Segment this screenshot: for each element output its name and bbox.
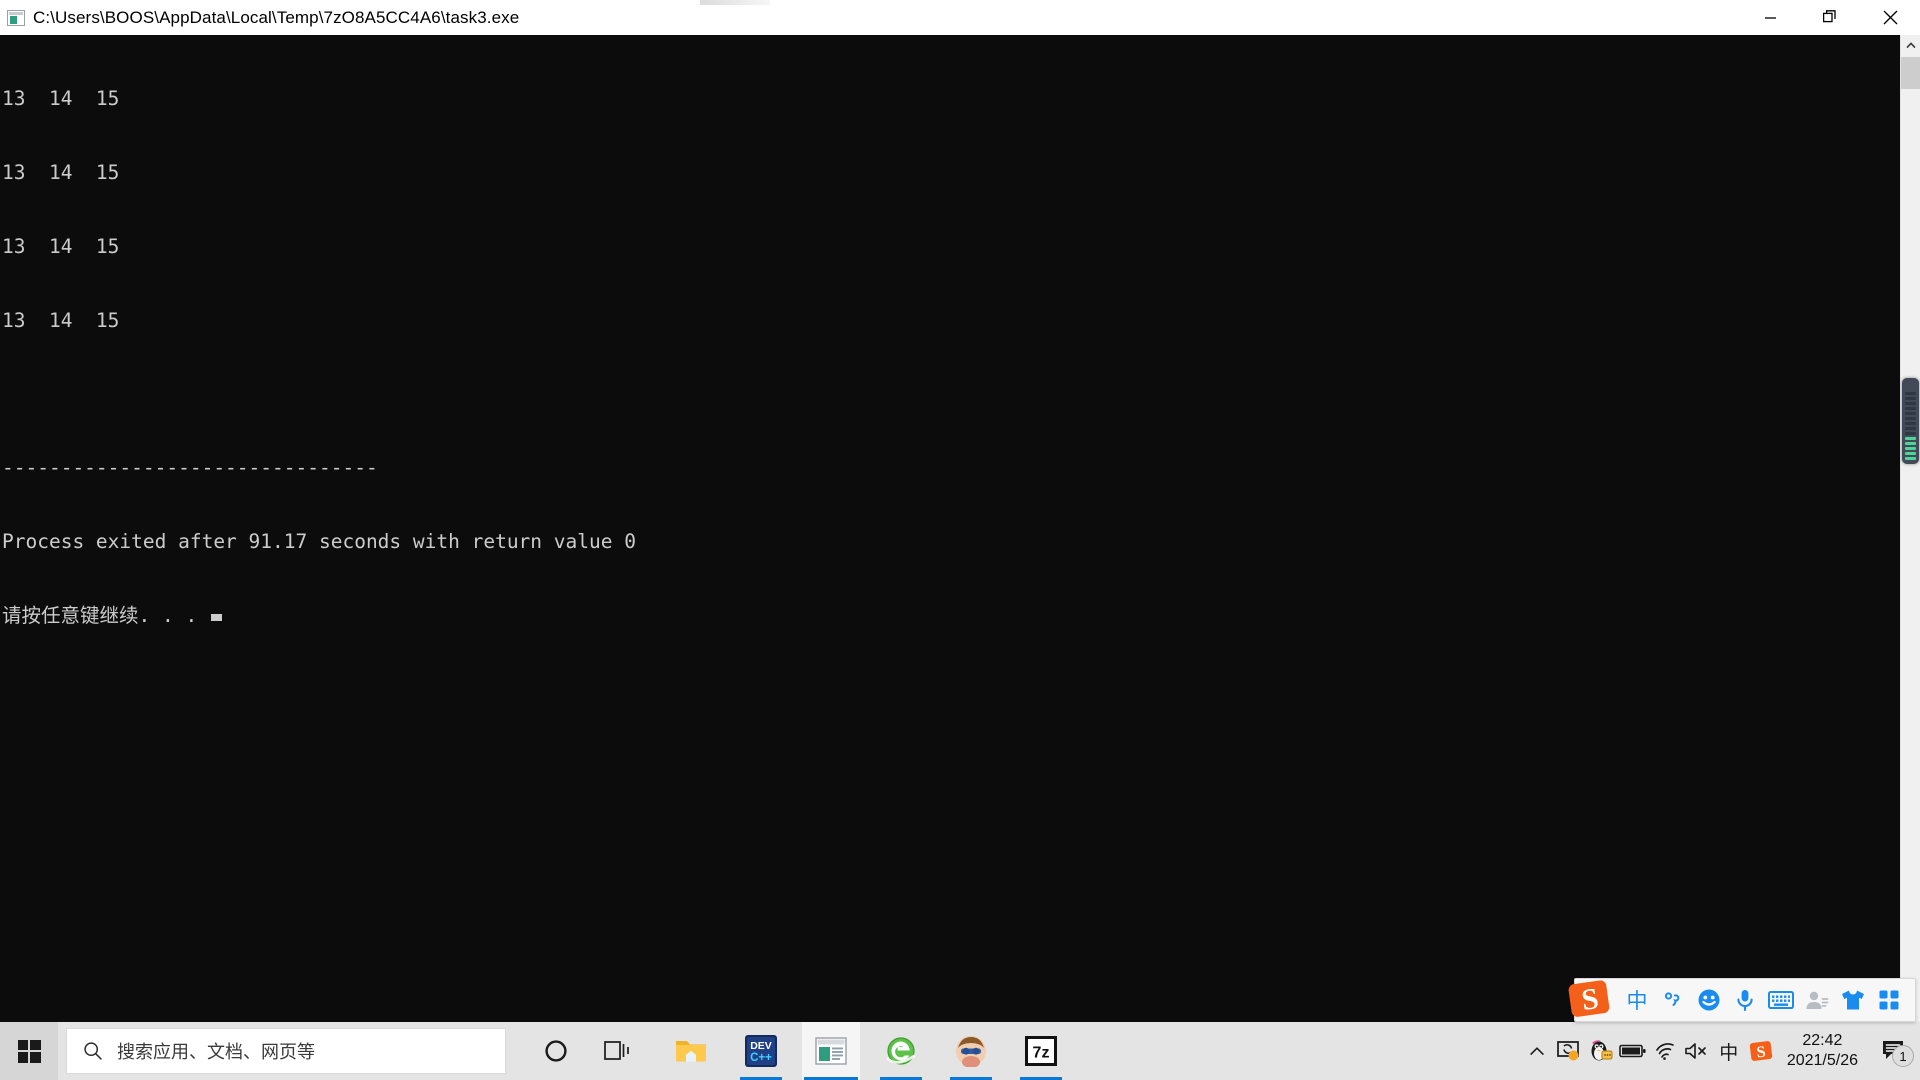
folder-icon: [676, 1041, 706, 1062]
scroll-up-arrow-icon[interactable]: [1901, 35, 1920, 55]
toolbox-grid-icon: [1879, 990, 1899, 1010]
console-output-area[interactable]: 13 14 15 13 14 15 13 14 15 13 14 15 ----…: [0, 35, 1900, 1022]
svg-text:7z: 7z: [1033, 1045, 1050, 1062]
cortana-button[interactable]: [530, 1022, 582, 1080]
taskbar-app-dev-cpp[interactable]: DEV C++: [732, 1022, 790, 1080]
clock-time: 22:42: [1802, 1032, 1843, 1050]
ime-emoji-button[interactable]: [1691, 978, 1727, 1022]
taskbar-app-internet-explorer[interactable]: [872, 1022, 930, 1080]
tshirt-icon: [1842, 990, 1864, 1010]
performance-gauge-widget[interactable]: [1902, 378, 1919, 464]
gauge-segment: [1905, 432, 1916, 435]
windows-logo-icon: [17, 1039, 41, 1063]
gauge-segment: [1905, 392, 1916, 395]
gauge-segment: [1905, 417, 1916, 420]
gauge-segment-active: [1905, 437, 1916, 440]
gauge-segment: [1905, 397, 1916, 400]
search-placeholder: 搜索应用、文档、网页等: [117, 1042, 315, 1062]
console-separator-line: --------------------------------: [2, 456, 378, 480]
cortana-circle-icon: [545, 1040, 567, 1062]
punctuation-icon: [1664, 992, 1680, 1006]
qq-penguin-icon[interactable]: [1585, 1022, 1617, 1080]
gauge-segment: [1905, 407, 1916, 410]
clock-date: 2021/5/26: [1786, 1052, 1858, 1069]
gauge-segment: [1905, 422, 1916, 425]
ime-punctuation-toggle[interactable]: [1655, 978, 1691, 1022]
dev-cpp-icon: DEV C++: [745, 1035, 777, 1067]
close-button[interactable]: [1860, 0, 1920, 35]
user-account-icon: [1806, 991, 1829, 1009]
console-window-icon: [7, 9, 25, 26]
ime-mode-glyph: 中: [1719, 1041, 1739, 1064]
gauge-segment-active: [1905, 447, 1916, 450]
start-button[interactable]: [0, 1022, 58, 1080]
task-view-icon: [604, 1041, 629, 1060]
console-line: 13 14 15: [2, 234, 120, 258]
gauge-segment: [1905, 412, 1916, 415]
ime-language-glyph: 中: [1626, 989, 1648, 1013]
titlebar-left-group: C:\Users\BOOS\AppData\Local\Temp\7zO8A5C…: [0, 0, 1740, 35]
taskbar: 搜索应用、文档、网页等 DEV C++ 7z 中 S 22:42 2021/5/…: [0, 1022, 1920, 1080]
console-line: 13 14 15: [2, 87, 120, 111]
show-hidden-icons-chevron-icon[interactable]: [1521, 1022, 1553, 1080]
svg-text:C++: C++: [750, 1052, 772, 1064]
gauge-segment: [1905, 427, 1916, 430]
ime-language-toggle[interactable]: 中: [1619, 978, 1655, 1022]
task-view-button[interactable]: [592, 1022, 644, 1080]
ime-mode-indicator[interactable]: 中: [1713, 1022, 1745, 1080]
battery-icon[interactable]: [1617, 1022, 1649, 1080]
console-text: 13 14 15 13 14 15 13 14 15 13 14 15 ----…: [2, 38, 1900, 677]
microphone-icon: [1737, 990, 1753, 1012]
gauge-segment-active: [1905, 442, 1916, 445]
taskbar-app-7zip[interactable]: 7z: [1012, 1022, 1070, 1080]
taskbar-clock[interactable]: 22:42 2021/5/26: [1777, 1022, 1872, 1080]
console-cursor: [211, 613, 223, 621]
restore-button[interactable]: [1800, 0, 1860, 35]
taskbar-app-console[interactable]: [802, 1022, 860, 1080]
sogou-ime-toolbar[interactable]: S 中: [1568, 978, 1916, 1022]
ime-user-button[interactable]: [1799, 978, 1835, 1022]
gauge-segment-active: [1905, 457, 1916, 460]
minimize-button[interactable]: [1740, 0, 1800, 35]
action-center-button[interactable]: 1: [1872, 1022, 1916, 1080]
sevenzip-icon: 7z: [1025, 1036, 1057, 1066]
console-prompt-line: 请按任意键继续. . .: [2, 604, 1900, 629]
ime-toolbox-button[interactable]: [1871, 978, 1907, 1022]
taskbar-spacer: [1070, 1022, 1521, 1080]
wifi-icon[interactable]: [1649, 1022, 1681, 1080]
avatar-icon: [956, 1036, 986, 1067]
console-app-icon: [815, 1037, 847, 1065]
sogou-tray-icon[interactable]: S: [1745, 1022, 1777, 1080]
screen-capture-icon[interactable]: [1553, 1022, 1585, 1080]
window-titlebar[interactable]: C:\Users\BOOS\AppData\Local\Temp\7zO8A5C…: [0, 0, 1920, 35]
search-input[interactable]: 搜索应用、文档、网页等: [66, 1028, 506, 1074]
ime-skin-button[interactable]: [1835, 978, 1871, 1022]
system-tray: 中 S 22:42 2021/5/26 1: [1521, 1022, 1920, 1080]
scrollbar-thumb[interactable]: [1901, 57, 1920, 89]
gauge-segment: [1905, 402, 1916, 405]
console-window: C:\Users\BOOS\AppData\Local\Temp\7zO8A5C…: [0, 0, 1920, 1022]
screen-edge-artifact: [700, 0, 770, 5]
internet-explorer-icon: [886, 1037, 916, 1065]
console-line: 13 14 15: [2, 308, 120, 332]
console-line: 13 14 15: [2, 160, 120, 184]
notification-badge: 1: [1892, 1045, 1914, 1067]
gauge-segment-active: [1905, 452, 1916, 455]
ime-voice-input-button[interactable]: [1727, 978, 1763, 1022]
console-exit-line: Process exited after 91.17 seconds with …: [2, 529, 636, 553]
press-any-key-text: 请按任意键继续. . .: [2, 603, 198, 627]
svg-text:DEV: DEV: [750, 1040, 772, 1052]
volume-muted-icon[interactable]: [1681, 1022, 1713, 1080]
taskbar-app-file-explorer[interactable]: [662, 1022, 720, 1080]
ime-soft-keyboard-button[interactable]: [1763, 978, 1799, 1022]
emoji-icon: [1698, 989, 1720, 1011]
search-icon: [84, 1042, 102, 1060]
taskbar-app-avatar-app[interactable]: [942, 1022, 1000, 1080]
keyboard-icon: [1768, 991, 1794, 1009]
console-scrollbar[interactable]: [1900, 35, 1920, 1022]
window-controls: [1740, 0, 1920, 35]
sogou-logo-icon[interactable]: S: [1567, 976, 1613, 1022]
window-title: C:\Users\BOOS\AppData\Local\Temp\7zO8A5C…: [33, 7, 520, 27]
